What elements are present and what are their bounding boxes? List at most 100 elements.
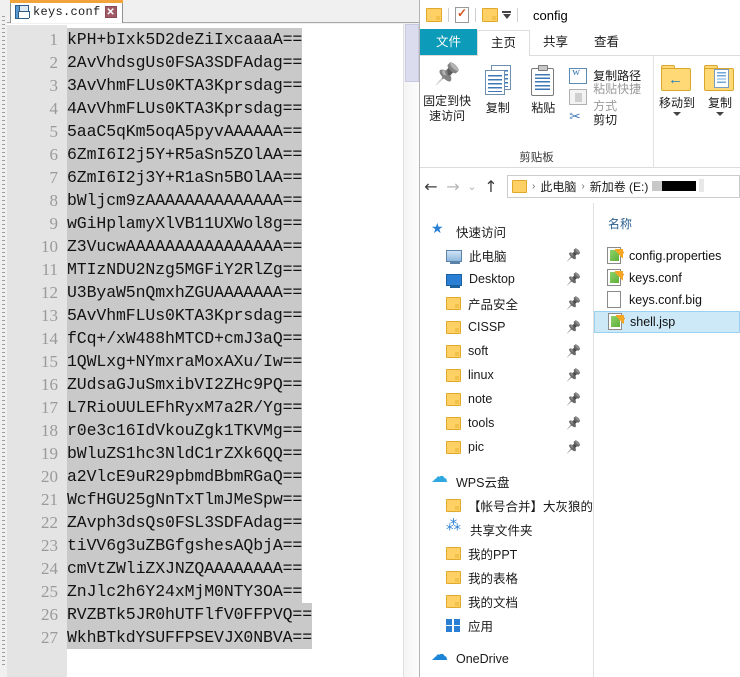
editor-left-grip[interactable] [0,0,7,677]
file-row[interactable]: keys.conf [594,267,740,289]
line-number: 22 [41,512,58,532]
pin-icon[interactable]: 📌 [566,320,581,334]
line-text[interactable]: WkhBTkdYSUFFPSEVJX0NBVA== [67,626,312,649]
pin-icon[interactable]: 📌 [566,296,581,310]
nav-item[interactable]: OneDrive [420,645,593,671]
nav-item[interactable]: linux 📌 [420,363,593,387]
line-text[interactable]: 2AvVhdsgUs0FSA3SDFAdag== [67,51,302,74]
onedrive-icon [431,645,449,667]
nav-item-label: linux [468,368,494,382]
scrollbar-thumb[interactable] [405,24,419,82]
customize-quick-access-button[interactable] [502,11,511,19]
pin-icon[interactable]: 📌 [566,392,581,406]
close-icon[interactable]: ✕ [104,5,117,18]
nav-item[interactable]: 产品安全 📌 [420,291,593,315]
line-text[interactable]: ZAvph3dsQs0FSL3SDFAdag== [67,511,302,534]
nav-item[interactable]: 我的PPT [420,541,593,565]
move-to-button[interactable]: ← 移动到 [654,56,700,168]
nav-item[interactable]: 快速访问 [420,219,593,243]
breadcrumb-redacted[interactable] [651,179,704,192]
copy-to-button[interactable]: 复制 [700,56,740,168]
nav-item[interactable]: 我的表格 [420,565,593,589]
nav-item[interactable]: WPS云盘 [420,467,593,493]
editor-text-area[interactable]: 1 kPH+bIxk5D2deZiIxcaaaA== 2 2AvVhdsgUs0FSA… [7,24,420,677]
move-to-icon: ← [661,65,693,92]
pin-icon[interactable]: 📌 [566,248,581,262]
line-text[interactable]: bWljcm9zAAAAAAAAAAAAAA== [67,189,302,212]
editor-tab-keys-conf[interactable]: keys.conf ✕ [10,0,123,23]
line-text[interactable]: 5aaC5qKm5oqA5pyvAAAAAA== [67,120,302,143]
nav-item[interactable]: CISSP 📌 [420,315,593,339]
cut-button[interactable]: 剪切 [569,108,653,130]
line-text[interactable]: 6ZmI6I2j3Y+R1aSn5BOlAA== [67,166,302,189]
line-text[interactable]: ZUdsaGJuSmxibVI2ZHc9PQ== [67,373,302,396]
line-text[interactable]: U3ByaW5nQmxhZGUAAAAAAA== [67,281,302,304]
tab-share[interactable]: 共享 [530,30,581,55]
forward-button[interactable]: → [442,177,464,196]
nav-item[interactable]: 此电脑 📌 [420,243,593,267]
code-line: 11 MTIzNDU2Nzg5MGFiY2RlZg== [7,258,420,281]
tab-home[interactable]: 主页 [477,30,531,56]
line-text[interactable]: a2VlcE9uR29pbmdBbmRGaQ== [67,465,302,488]
chevron-down-icon[interactable] [716,112,724,116]
code-line: 26 RVZBTk5JR0hUTFlfV0FFPVQ== [7,603,420,626]
editor-vertical-scrollbar[interactable] [403,24,420,677]
file-row[interactable]: shell.jsp [594,311,740,333]
line-text[interactable]: 1QWLxg+NYmxraMoxAXu/Iw== [67,350,302,373]
nav-item[interactable]: tools 📌 [420,411,593,435]
pin-icon[interactable]: 📌 [566,344,581,358]
folder-icon[interactable] [426,8,442,22]
pin-icon[interactable]: 📌 [566,368,581,382]
tab-file[interactable]: 文件 [420,29,478,55]
breadcrumb-this-pc[interactable]: 此电脑 [540,178,576,195]
nav-item[interactable]: note 📌 [420,387,593,411]
new-folder-icon[interactable] [482,8,498,22]
line-text[interactable]: 6ZmI6I2j5Y+R5aSn5ZOlAA== [67,143,302,166]
tab-view[interactable]: 查看 [581,30,632,55]
explorer-title-bar[interactable]: config [420,0,740,30]
code-line: 16 ZUdsaGJuSmxibVI2ZHc9PQ== [7,373,420,396]
line-text[interactable]: bWluZS1hc3NldC1rZXk6QQ== [67,442,302,465]
chevron-down-icon[interactable] [673,112,681,116]
nav-item[interactable]: 我的文档 [420,589,593,613]
line-text[interactable]: 5AvVhmFLUs0KTA3Kprsdag== [67,304,302,327]
nav-item[interactable]: soft 📌 [420,339,593,363]
line-text[interactable]: 4AvVhmFLUs0KTA3Kprsdag== [67,97,302,120]
pin-icon[interactable]: 📌 [566,416,581,430]
paste-shortcut-button[interactable]: 粘贴快捷方式 [569,82,653,113]
nav-item[interactable]: 应用 [420,613,593,637]
address-bar[interactable]: › 此电脑 › 新加卷 (E:) › [507,174,740,198]
nav-item[interactable]: pic 📌 [420,435,593,459]
folder-icon [446,416,461,430]
breadcrumb-drive[interactable]: 新加卷 (E:) [590,178,649,195]
column-header-name[interactable]: 名称 [594,215,740,245]
pin-icon[interactable]: 📌 [566,440,581,454]
line-text[interactable]: ZnJlc2h6Y24xMjM0NTY3OA== [67,580,302,603]
line-text[interactable]: 3AvVhmFLUs0KTA3Kprsdag== [67,74,302,97]
line-text[interactable]: MTIzNDU2Nzg5MGFiY2RlZg== [67,258,302,281]
line-text[interactable]: Z3VucwAAAAAAAAAAAAAAAA== [67,235,302,258]
file-row[interactable]: config.properties [594,245,740,267]
file-name: shell.jsp [630,315,676,329]
line-text[interactable]: L7RioUULEFhRyxM7a2R/Yg== [67,396,302,419]
line-number: 27 [41,627,58,647]
line-text[interactable]: cmVtZWliZXJNZQAAAAAAAA== [67,557,302,580]
line-text[interactable]: fCq+/xW488hMTCD+cmJ3aQ== [67,327,302,350]
line-text[interactable]: wGiHplamyXlVB11UXWol8g== [67,212,302,235]
line-text[interactable]: kPH+bIxk5D2deZiIxcaaaA== [67,28,302,51]
line-text[interactable]: RVZBTk5JR0hUTFlfV0FFPVQ== [67,603,312,626]
line-number: 11 [41,259,58,279]
nav-item[interactable]: 共享文件夹 [420,516,593,541]
nav-item[interactable]: Desktop 📌 [420,267,593,291]
up-button[interactable]: ↑ [480,177,502,196]
recent-locations-button[interactable]: ⌄ [464,180,480,193]
nav-item[interactable]: 【帐号合并】大灰狼的文 [420,493,593,517]
pin-icon[interactable]: 📌 [566,272,581,286]
line-text[interactable]: r0e3c16IdVkouZgk1TKVMg== [67,419,302,442]
line-text[interactable]: WcfHGU25gNnTxTlmJMeSpw== [67,488,302,511]
line-text[interactable]: tiVV6g3uZBGfgshesAQbjA== [67,534,302,557]
back-button[interactable]: ← [420,177,442,196]
properties-icon[interactable] [455,6,469,23]
code-line: 24 cmVtZWliZXJNZQAAAAAAAA== [7,557,420,580]
file-row[interactable]: keys.conf.big [594,289,740,311]
